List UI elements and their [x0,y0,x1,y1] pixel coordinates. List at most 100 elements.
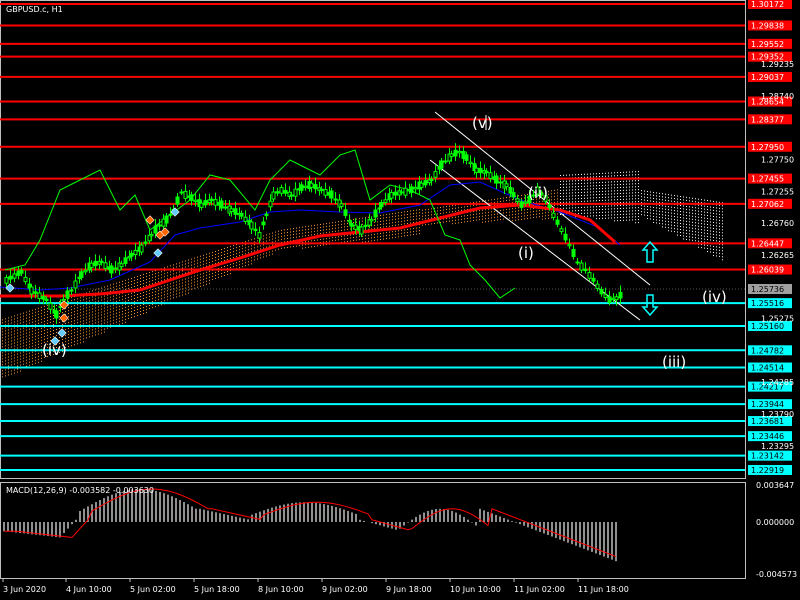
trade-marker-icon[interactable] [59,313,69,323]
ichimoku-cloud-dot [626,201,627,203]
ichimoku-cloud-dot [623,216,624,218]
ichimoku-cloud-dot [275,234,276,236]
ichimoku-cloud-dot [629,210,630,212]
ichimoku-cloud-dot [14,318,15,320]
ichimoku-cloud-dot [479,213,480,215]
ichimoku-cloud-dot [668,230,669,232]
ichimoku-cloud-dot [641,208,642,210]
ichimoku-cloud-dot [11,331,12,333]
ichimoku-cloud-dot [569,192,570,194]
ichimoku-cloud-dot [650,218,651,220]
ichimoku-cloud-dot [155,297,156,299]
ichimoku-cloud-dot [77,322,78,324]
candle-body [271,191,276,200]
ichimoku-cloud-dot [56,335,57,336]
ichimoku-cloud-dot [176,281,177,283]
ichimoku-cloud-dot [677,213,678,215]
ichimoku-cloud-dot [92,329,93,331]
ichimoku-cloud-dot [188,286,189,288]
trading-chart[interactable]: (v)(ii)(i)(iv)(iii)(iv) 1.301721.298381.… [0,0,800,600]
ichimoku-cloud-dot [2,334,3,336]
ichimoku-cloud-dot [71,330,72,332]
ichimoku-cloud-dot [440,207,441,208]
ichimoku-cloud-dot [113,307,114,309]
ichimoku-cloud-dot [236,250,237,252]
ichimoku-cloud-dot [281,238,282,240]
ichimoku-cloud-dot [266,234,267,236]
ichimoku-cloud-dot [701,238,702,240]
ichimoku-cloud-dot [575,198,576,200]
ichimoku-cloud-dot [47,310,48,312]
ichimoku-cloud-dot [176,293,177,295]
ichimoku-cloud-dot [611,172,612,174]
ichimoku-cloud-dot [431,211,432,213]
arrow-down-icon[interactable] [641,294,659,317]
ichimoku-cloud-dot [89,327,90,329]
ichimoku-cloud-dot [5,336,6,338]
ichimoku-cloud-dot [197,280,198,282]
ichimoku-cloud-dot [164,267,165,269]
ichimoku-cloud-dot [29,316,30,318]
ichimoku-cloud-dot [239,252,240,254]
candle-body [449,153,454,158]
ichimoku-cloud-dot [2,343,3,345]
ichimoku-cloud-dot [62,324,63,326]
ichimoku-cloud-dot [191,288,192,290]
ichimoku-cloud-dot [698,201,699,203]
ichimoku-cloud-dot [32,339,33,341]
ichimoku-cloud-dot [656,192,657,194]
ichimoku-cloud-dot [389,216,390,218]
ichimoku-cloud-dot [260,248,261,250]
trade-marker-icon[interactable] [57,328,67,338]
ichimoku-cloud-dot [485,221,486,223]
ichimoku-cloud-dot [503,212,504,214]
ichimoku-cloud-dot [578,180,579,182]
ichimoku-cloud-dot [569,186,570,188]
ichimoku-cloud-dot [722,214,723,216]
ichimoku-cloud-dot [131,292,132,294]
ichimoku-cloud-dot [605,196,606,198]
candle-body [399,191,404,194]
ichimoku-cloud-dot [410,234,411,236]
ichimoku-cloud-dot [584,212,585,214]
ichimoku-cloud-dot [698,210,699,212]
ichimoku-cloud-dot [608,184,609,186]
ichimoku-cloud-dot [257,240,258,242]
ichimoku-cloud-dot [68,319,69,321]
support-price-label: 1.25516 [751,299,784,308]
ichimoku-cloud-dot [554,192,555,194]
ichimoku-cloud-dot [458,207,459,209]
ichimoku-cloud-dot [314,227,315,229]
ichimoku-cloud-dot [83,296,84,298]
ichimoku-cloud-dot [560,205,561,206]
ichimoku-cloud-dot [485,209,486,211]
candle-body [383,199,388,204]
trade-marker-icon[interactable] [5,283,15,293]
ichimoku-cloud-dot [722,217,723,219]
ichimoku-cloud-dot [146,294,147,296]
ichimoku-cloud-dot [224,260,225,261]
elliott-wave-label: (i) [518,244,534,262]
ichimoku-cloud-dot [719,249,720,251]
ichimoku-cloud-dot [161,301,162,303]
arrow-up-icon[interactable] [641,240,659,263]
ichimoku-cloud-dot [2,355,3,357]
ichimoku-cloud-dot [710,215,711,217]
ichimoku-cloud-dot [134,279,135,281]
ichimoku-cloud-dot [32,351,33,353]
ichimoku-cloud-dot [689,233,690,235]
ichimoku-cloud-dot [266,240,267,242]
ichimoku-cloud-dot [689,206,690,208]
ichimoku-cloud-dot [515,207,516,209]
ichimoku-cloud-dot [77,340,78,342]
ichimoku-cloud-dot [314,230,315,232]
ichimoku-cloud-dot [593,206,594,208]
ichimoku-cloud-dot [335,224,336,226]
ichimoku-cloud-dot [221,257,222,259]
ichimoku-cloud-dot [617,205,618,207]
candle-body [347,219,352,223]
ichimoku-cloud-dot [116,285,117,287]
ichimoku-cloud-dot [617,175,618,177]
trade-marker-icon[interactable] [59,300,69,310]
ichimoku-cloud-dot [176,284,177,286]
